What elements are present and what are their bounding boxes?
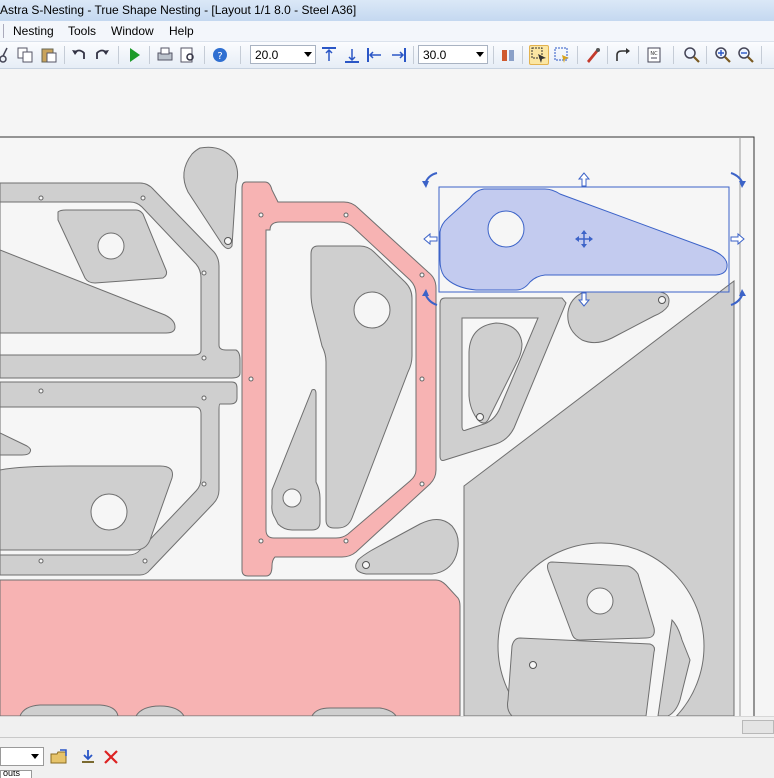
nesting-canvas[interactable] — [0, 69, 774, 716]
svg-text:NC: NC — [650, 51, 658, 57]
toolbar-separator — [673, 46, 674, 64]
chevron-down-icon — [31, 754, 39, 759]
svg-text:?: ? — [217, 51, 222, 62]
menu-separator — [3, 24, 4, 38]
toolbar-separator — [149, 46, 150, 64]
align-top-icon[interactable] — [320, 46, 338, 64]
toolbar-separator — [706, 46, 707, 64]
run-icon[interactable] — [125, 46, 143, 64]
scrollbar-thumb[interactable] — [742, 720, 774, 734]
zoom-out-icon[interactable] — [737, 46, 755, 64]
menu-window[interactable]: Window — [111, 24, 154, 38]
align-left-icon[interactable] — [366, 46, 384, 64]
toolbar-separator — [118, 46, 119, 64]
menu-nesting[interactable]: Nesting — [13, 24, 54, 38]
print-icon[interactable] — [156, 46, 174, 64]
align-right-icon[interactable] — [389, 46, 407, 64]
part-plate-highlighted[interactable] — [0, 579, 461, 716]
menu-tools[interactable]: Tools — [68, 24, 96, 38]
horizontal-scrollbar[interactable] — [0, 716, 774, 737]
toolbar-separator — [240, 46, 241, 64]
bottom-panel: outs — [0, 737, 774, 778]
toolbar-separator — [204, 46, 205, 64]
chevron-down-icon — [304, 52, 312, 57]
nesting-workspace[interactable] — [0, 69, 774, 716]
nc-export-icon[interactable]: NC — [645, 46, 663, 64]
copy-icon[interactable] — [16, 46, 34, 64]
download-icon[interactable] — [79, 748, 97, 766]
select-part-icon[interactable] — [529, 45, 549, 65]
paste-icon[interactable] — [40, 46, 58, 64]
toolbar-separator — [64, 46, 65, 64]
toolbar-separator — [607, 46, 608, 64]
layout-combo[interactable] — [0, 747, 44, 766]
undo-icon[interactable] — [70, 46, 88, 64]
toolbar-separator — [761, 46, 762, 64]
print-preview-icon[interactable] — [179, 46, 197, 64]
distance-value: 20.0 — [255, 48, 279, 62]
toolbar-separator — [638, 46, 639, 64]
toolbar-separator — [493, 46, 494, 64]
main-toolbar: ? 20.0 30.0 NC — [0, 42, 774, 69]
open-folder-icon[interactable] — [50, 748, 68, 766]
angle-value: 30.0 — [423, 48, 447, 62]
toolbar-separator — [577, 46, 578, 64]
toolbar-separator — [522, 46, 523, 64]
cut-icon[interactable] — [0, 46, 12, 64]
mirror-icon[interactable] — [499, 46, 517, 64]
help-icon[interactable]: ? — [211, 46, 229, 64]
angle-combo[interactable]: 30.0 — [418, 45, 488, 64]
align-bottom-icon[interactable] — [343, 46, 361, 64]
menu-help[interactable]: Help — [169, 24, 194, 38]
delete-icon[interactable] — [102, 748, 120, 766]
part-wedge-lower[interactable] — [0, 465, 173, 551]
rotate-icon[interactable] — [614, 46, 632, 64]
select-multiple-icon[interactable] — [553, 46, 571, 64]
window-title: Astra S-Nesting - True Shape Nesting - [… — [0, 3, 357, 17]
pen-icon[interactable] — [584, 46, 602, 64]
chevron-down-icon — [476, 52, 484, 57]
redo-icon[interactable] — [93, 46, 111, 64]
title-bar: Astra S-Nesting - True Shape Nesting - [… — [0, 0, 774, 22]
zoom-icon[interactable] — [683, 46, 701, 64]
zoom-in-icon[interactable] — [714, 46, 732, 64]
menu-bar: Nesting Tools Window Help — [0, 21, 774, 42]
distance-combo[interactable]: 20.0 — [250, 45, 316, 64]
toolbar-separator — [413, 46, 414, 64]
